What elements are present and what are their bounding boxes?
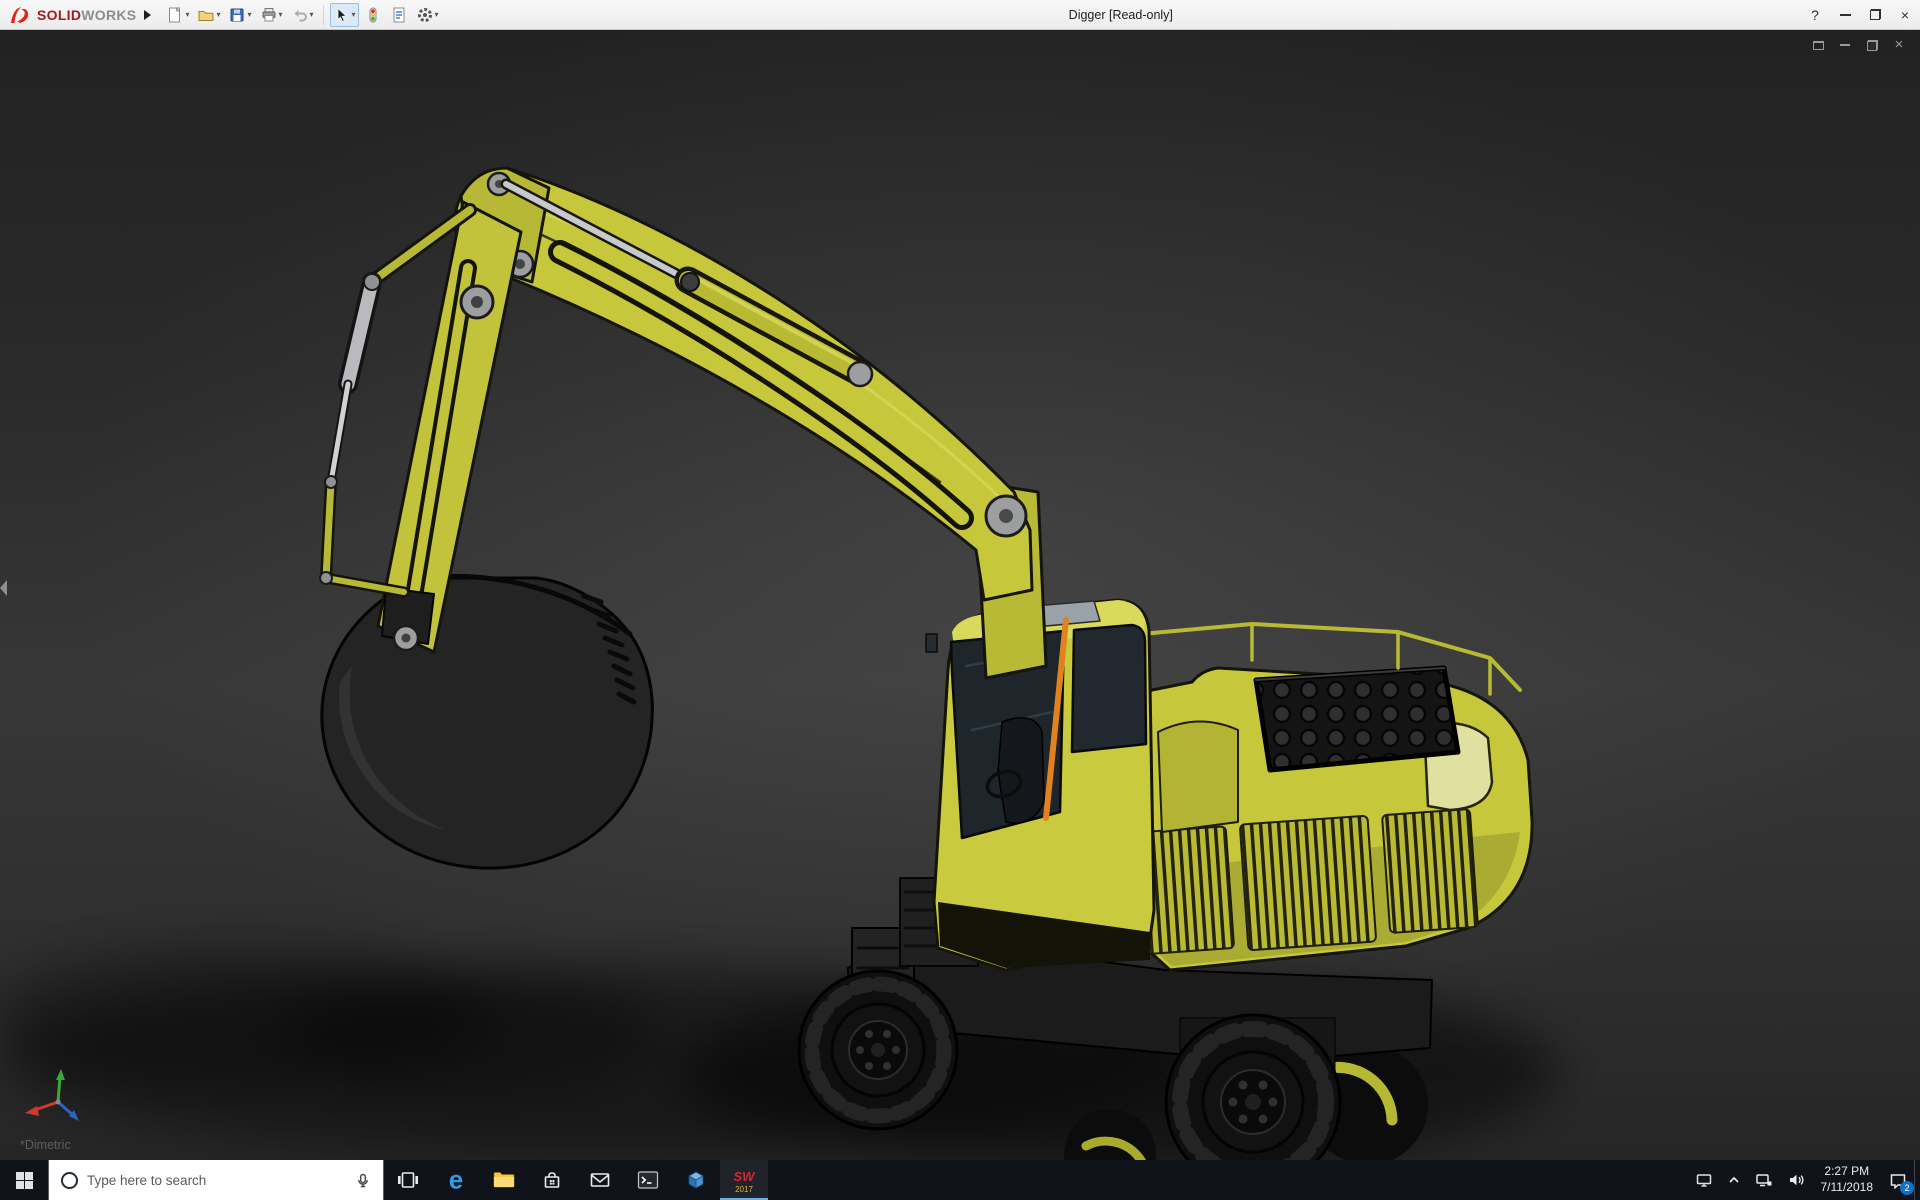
restore-button[interactable] [1860,0,1890,29]
graphics-area[interactable]: × *Dimetric [0,30,1920,1160]
restore-icon [1867,40,1878,51]
desktop: SOLIDWORKS ▾ ▾ ▾ ▾ ▾ [0,0,1920,1200]
windows-taskbar: e SW 2017 [0,1160,1920,1200]
3d-model-canvas[interactable] [0,30,1920,1160]
bucket [322,576,652,868]
edge-icon: e [443,1167,469,1193]
tray-desktop-button[interactable] [1688,1160,1720,1200]
microphone-icon[interactable] [355,1172,371,1189]
taskbar-app-mail[interactable] [576,1160,624,1200]
solidworks-logo: SOLIDWORKS [0,5,140,25]
sw-logo-glyph: SW [734,1169,757,1184]
file-properties-button[interactable] [387,3,411,27]
body-housing [1098,624,1532,970]
view-orientation-label: *Dimetric [20,1138,71,1152]
help-button[interactable]: ? [1800,0,1830,29]
titlebar: SOLIDWORKS ▾ ▾ ▾ ▾ ▾ [0,0,1920,30]
window-title: Digger [Read-only] [442,8,1800,22]
taskbar-app-edge[interactable]: e [432,1160,480,1200]
restore-icon [1870,9,1881,20]
network-icon [1755,1172,1773,1188]
print-icon [260,6,278,24]
open-button[interactable]: ▾ [194,3,223,27]
tray-overflow-button[interactable] [1720,1160,1748,1200]
command-prompt-icon [636,1168,660,1192]
cube-icon [684,1168,708,1192]
doc-restore-button[interactable] [1865,38,1879,52]
document-window-controls: × [1811,38,1906,52]
dropdown-caret-icon: ▾ [310,11,314,19]
clock-time: 2:27 PM [1824,1164,1869,1180]
file-explorer-icon [492,1168,516,1192]
brand-works: WORKS [81,7,136,23]
notification-badge: 2 [1900,1181,1914,1195]
undo-button[interactable]: ▾ [288,3,317,27]
select-cursor-icon [333,6,351,24]
brand-solid: SOLID [37,7,81,23]
new-document-button[interactable]: ▾ [163,3,192,27]
print-button[interactable]: ▾ [257,3,286,27]
ds-logo-icon [8,5,32,25]
open-folder-icon [197,6,215,24]
panel-collapse-arrow[interactable] [0,580,7,596]
taskbar-clock[interactable]: 2:27 PM 7/11/2018 [1812,1164,1883,1195]
mail-icon [588,1168,612,1192]
dropdown-caret-icon: ▾ [435,11,439,19]
taskbar-search[interactable] [48,1160,384,1200]
gear-icon [416,6,434,24]
minimize-icon [1840,44,1850,46]
volume-button[interactable] [1780,1160,1812,1200]
rebuild-stoplight-icon [364,6,382,24]
system-tray: 2:27 PM 7/11/2018 2 [1688,1160,1920,1200]
show-desktop-button[interactable] [1914,1160,1920,1200]
brand-wordmark: SOLIDWORKS [37,7,136,23]
undo-icon [291,6,309,24]
doc-close-button[interactable]: × [1892,38,1906,52]
store-icon [540,1168,564,1192]
task-view-icon [396,1169,420,1191]
desktop-icon [1695,1172,1713,1188]
taskbar-app-command-prompt[interactable] [624,1160,672,1200]
taskbar-app-store[interactable] [528,1160,576,1200]
search-input[interactable] [87,1173,346,1188]
taskbar-app-file-explorer[interactable] [480,1160,528,1200]
doc-minimize-button[interactable] [1838,38,1852,52]
new-window-button[interactable] [1811,38,1825,52]
dropdown-caret-icon: ▾ [279,11,283,19]
dropdown-caret-icon: ▾ [216,11,220,19]
taskbar-app-3d-viewer[interactable] [672,1160,720,1200]
minimize-icon [1840,14,1851,16]
save-icon [228,6,246,24]
close-button[interactable]: × [1890,0,1920,29]
options-button[interactable]: ▾ [413,3,442,27]
windows-logo-icon [16,1172,33,1189]
file-properties-icon [390,6,408,24]
taskbar-app-solidworks[interactable]: SW 2017 [720,1160,768,1200]
sw-year-label: 2017 [735,1185,753,1194]
dropdown-caret-icon: ▾ [247,11,251,19]
chevron-up-icon [1727,1174,1741,1186]
network-button[interactable] [1748,1160,1780,1200]
select-tool-button[interactable]: ▾ [330,3,359,27]
task-view-button[interactable] [384,1160,432,1200]
start-button[interactable] [0,1160,48,1200]
front-wheel [799,971,957,1129]
new-document-icon [166,6,184,24]
save-button[interactable]: ▾ [225,3,254,27]
dropdown-caret-icon: ▾ [352,11,356,19]
rebuild-button[interactable] [361,3,385,27]
main-toolbar: ▾ ▾ ▾ ▾ ▾ ▾ [163,3,441,27]
edge-logo-glyph: e [449,1167,463,1193]
menu-flyout-arrow[interactable] [144,10,151,20]
toolbar-separator [323,5,324,25]
window-controls: ? × [1800,0,1920,29]
speaker-icon [1787,1172,1805,1188]
dropdown-caret-icon: ▾ [185,11,189,19]
solidworks-app-icon: SW 2017 [729,1165,759,1195]
clock-date: 7/11/2018 [1821,1180,1874,1196]
cortana-icon [61,1172,78,1189]
window-pane-icon [1813,41,1824,50]
action-center-button[interactable]: 2 [1882,1160,1914,1200]
minimize-button[interactable] [1830,0,1860,29]
